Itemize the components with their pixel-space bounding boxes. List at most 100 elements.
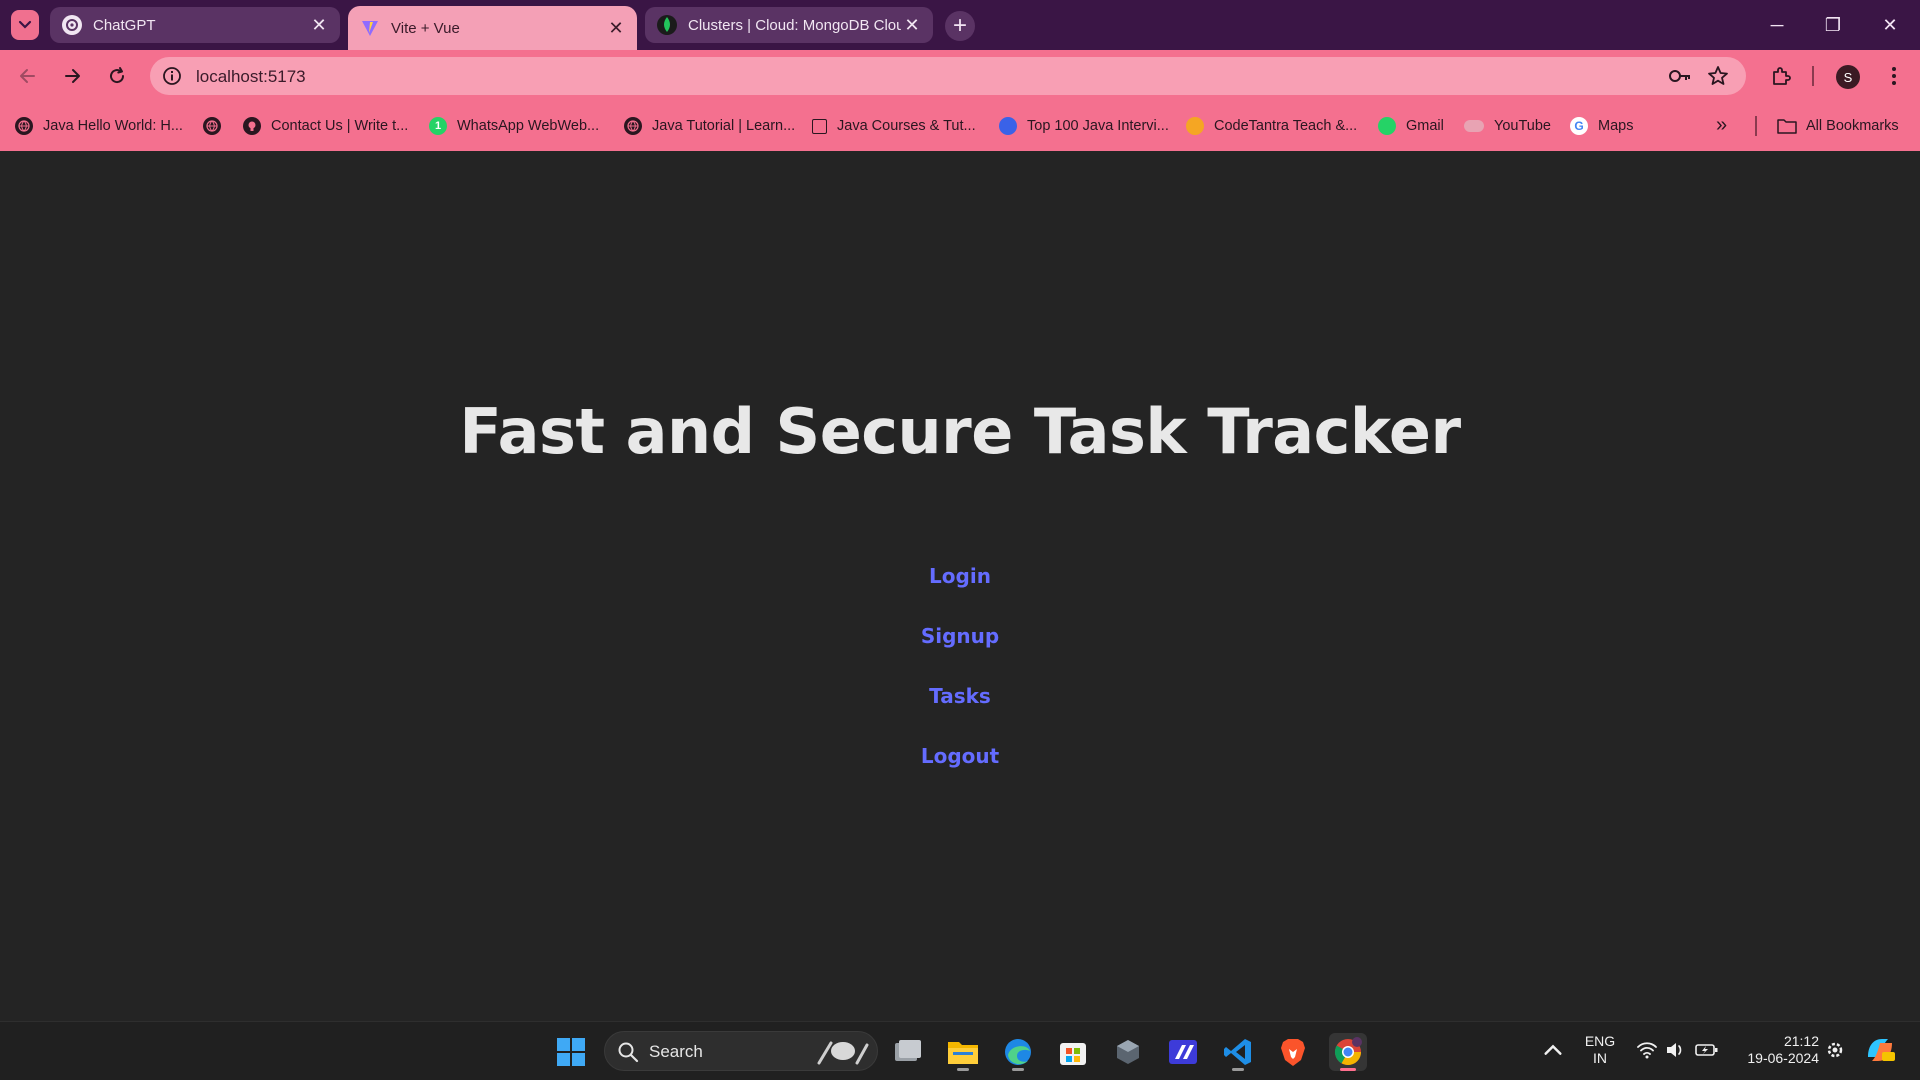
star-icon[interactable] <box>1707 65 1729 87</box>
bookmark-label: Java Courses & Tut... <box>837 118 976 134</box>
task-view-icon <box>895 1040 921 1061</box>
new-tab-button[interactable]: + <box>945 11 975 41</box>
bookmark-top-100-java[interactable]: Top 100 Java Intervi... <box>999 114 1169 138</box>
taskbar-search[interactable]: Search <box>604 1031 878 1071</box>
minimize-button[interactable]: ─ <box>1757 8 1797 42</box>
puzzle-icon <box>1773 67 1791 85</box>
bookmark-globe[interactable] <box>203 114 231 138</box>
edge-button[interactable] <box>999 1033 1037 1071</box>
url-text[interactable]: localhost:5173 <box>196 67 306 87</box>
folder-icon <box>1777 119 1797 134</box>
language-region: IN <box>1593 1050 1607 1066</box>
back-button[interactable] <box>12 60 44 92</box>
reload-button[interactable] <box>101 60 133 92</box>
close-window-button[interactable]: ✕ <box>1870 8 1910 42</box>
address-bar[interactable]: localhost:5173 <box>150 57 1746 95</box>
close-icon[interactable]: ✕ <box>308 14 330 36</box>
course-icon <box>812 118 827 134</box>
clock[interactable]: 21:12 19-06-2024 <box>1733 1033 1819 1067</box>
brave-button[interactable] <box>1274 1033 1312 1071</box>
clock-time: 21:12 <box>1783 1033 1819 1049</box>
task-view-button[interactable] <box>889 1033 927 1071</box>
menu-button[interactable] <box>1882 64 1906 88</box>
app-icon <box>1169 1040 1197 1064</box>
running-indicator <box>1340 1068 1356 1071</box>
forward-button[interactable] <box>56 60 88 92</box>
all-bookmarks-label: All Bookmarks <box>1806 118 1899 134</box>
plus-icon: + <box>952 12 967 39</box>
logout-link[interactable]: Logout <box>921 726 999 786</box>
auth-nav: Login Signup Tasks Logout <box>0 546 1920 786</box>
globe-icon <box>15 117 33 135</box>
app-cube-button[interactable] <box>1109 1033 1147 1071</box>
mongodb-icon <box>657 15 677 35</box>
cube-icon <box>1117 1040 1139 1064</box>
minimize-icon: ─ <box>1770 14 1784 35</box>
google-icon: G <box>1570 117 1588 135</box>
running-indicator <box>1232 1068 1244 1071</box>
bookmark-label: Java Hello World: H... <box>43 118 183 134</box>
bookmark-java-courses[interactable]: Java Courses & Tut... <box>812 114 976 138</box>
chevron-up-icon[interactable] <box>1542 1040 1564 1060</box>
tab-search-button[interactable] <box>11 10 39 40</box>
bookmark-contact-us[interactable]: Contact Us | Write t... <box>243 114 408 138</box>
copilot-icon[interactable] <box>1864 1035 1896 1065</box>
bookmarks-overflow-icon[interactable]: » <box>1716 114 1727 137</box>
cloud-icon <box>1464 120 1484 132</box>
vscode-button[interactable] <box>1219 1033 1257 1071</box>
login-link[interactable]: Login <box>929 546 991 606</box>
tab-vite-vue[interactable]: Vite + Vue ✕ <box>348 6 637 50</box>
bookmark-java-hello-world[interactable]: Java Hello World: H... <box>15 114 183 138</box>
bookmark-codetantra[interactable]: CodeTantra Teach &... <box>1186 114 1357 138</box>
tab-mongodb[interactable]: Clusters | Cloud: MongoDB Clou ✕ <box>645 7 933 43</box>
globe-icon <box>203 117 221 135</box>
sun-icon <box>1186 117 1204 135</box>
bookmark-maps[interactable]: G Maps <box>1570 114 1633 138</box>
store-button[interactable] <box>1054 1033 1092 1071</box>
all-bookmarks-button[interactable]: All Bookmarks <box>1777 114 1899 138</box>
search-highlight-icon <box>817 1041 869 1065</box>
tab-title: ChatGPT <box>93 16 156 34</box>
file-explorer-button[interactable] <box>944 1033 982 1071</box>
tasks-link[interactable]: Tasks <box>929 666 991 726</box>
site-info-icon[interactable] <box>162 66 182 86</box>
folder-icon <box>948 1042 978 1064</box>
bookmark-label: CodeTantra Teach &... <box>1214 118 1358 134</box>
brave-icon <box>1281 1039 1305 1066</box>
restore-button[interactable]: ❐ <box>1813 8 1853 42</box>
wifi-icon[interactable] <box>1636 1041 1658 1059</box>
bookmark-youtube[interactable]: YouTube <box>1464 114 1551 138</box>
clock-date: 19-06-2024 <box>1747 1050 1819 1066</box>
restore-icon: ❐ <box>1824 14 1842 35</box>
chatgpt-icon <box>62 15 82 35</box>
running-indicator <box>1012 1068 1024 1071</box>
search-label: Search <box>649 1042 703 1061</box>
bookmark-whatsapp[interactable]: 1 WhatsApp WebWeb... <box>429 114 599 138</box>
bookmark-label: Java Tutorial | Learn... <box>652 118 796 134</box>
password-key-icon[interactable] <box>1668 66 1692 86</box>
bookmark-gmail[interactable]: Gmail <box>1378 114 1444 138</box>
tab-chatgpt[interactable]: ChatGPT ✕ <box>50 7 340 43</box>
battery-icon[interactable] <box>1695 1042 1719 1058</box>
close-icon[interactable]: ✕ <box>901 14 923 36</box>
extensions-button[interactable] <box>1769 64 1793 88</box>
bookmark-label: Gmail <box>1406 118 1444 134</box>
browser-tab-strip: ChatGPT ✕ Vite + Vue ✕ Clusters | Cloud:… <box>0 0 1920 50</box>
bookmark-label: YouTube <box>1494 118 1551 134</box>
more-vertical-icon <box>1892 67 1896 85</box>
bookmark-java-tutorial[interactable]: Java Tutorial | Learn... <box>624 114 795 138</box>
signup-link[interactable]: Signup <box>921 606 999 666</box>
language-code: ENG <box>1584 1033 1616 1049</box>
close-icon[interactable]: ✕ <box>605 17 627 39</box>
whatsapp-icon: 1 <box>429 117 447 135</box>
profile-avatar[interactable]: S <box>1836 65 1860 89</box>
start-button[interactable] <box>552 1033 590 1071</box>
settings-gear-icon[interactable] <box>1824 1039 1846 1061</box>
github-icon <box>243 117 261 135</box>
chrome-button[interactable] <box>1329 1033 1367 1071</box>
bookmarks-divider <box>1755 116 1757 136</box>
tab-title: Clusters | Cloud: MongoDB Clou <box>688 16 901 34</box>
app-drive-button[interactable] <box>1164 1033 1202 1071</box>
language-indicator[interactable]: ENG IN <box>1580 1033 1620 1067</box>
volume-icon[interactable] <box>1665 1041 1685 1059</box>
